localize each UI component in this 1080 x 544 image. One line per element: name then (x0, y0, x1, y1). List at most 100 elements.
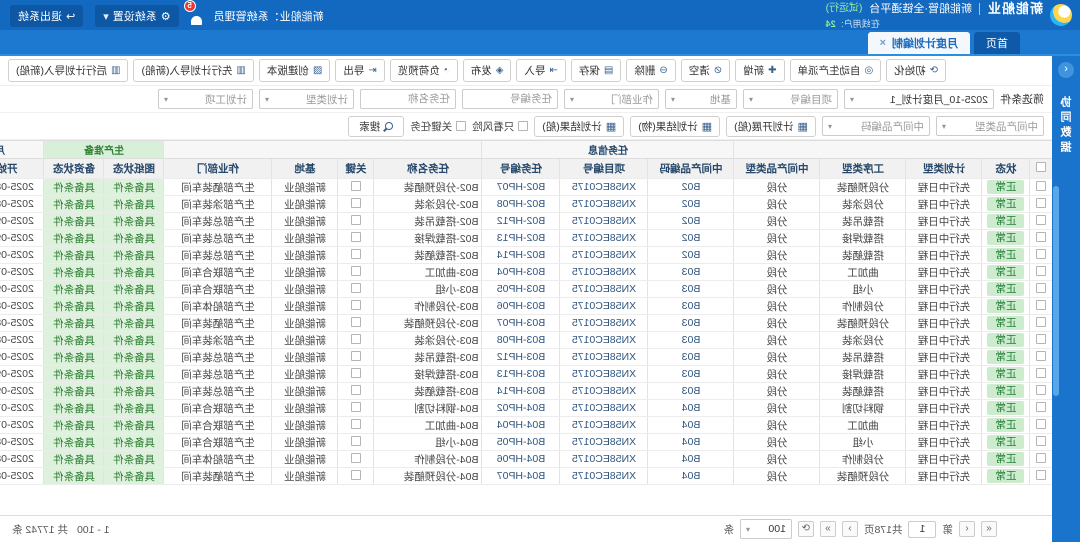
logout-button[interactable]: ↪ 退出系统 (10, 5, 83, 27)
table-row[interactable]: 正常 先行中日程 分段预舾装 分段 B04 XN58EC0175 B04-HP0… (0, 468, 1052, 485)
plan-item-select[interactable]: 计划工项 ▾ (158, 89, 253, 109)
cell-row-checkbox[interactable] (1030, 315, 1052, 332)
column-header[interactable]: 开始 (0, 159, 44, 179)
toolbar-button[interactable]: ▥ 先行计划导入(新船) (133, 59, 253, 82)
cell-key-checkbox[interactable] (338, 298, 374, 315)
tab-monthly-plan[interactable]: 月度计划编制 × (868, 32, 970, 54)
column-header[interactable]: 基地 (272, 159, 338, 179)
dept-select[interactable]: 作业部门 ▾ (564, 89, 659, 109)
cell-row-checkbox[interactable] (1030, 434, 1052, 451)
toolbar-button[interactable]: ◔ 负荷预览 (390, 59, 458, 82)
cell-row-checkbox[interactable] (1030, 468, 1052, 485)
last-page-button[interactable]: » (820, 521, 836, 537)
toolbar-button[interactable]: ⊖ 删除 (626, 59, 675, 82)
column-header[interactable]: 图纸状态 (104, 159, 164, 179)
cell-key-checkbox[interactable] (338, 383, 374, 400)
column-header[interactable]: 中间产品类型 (734, 159, 820, 179)
table-row[interactable]: 正常 先行中日程 小组 分段 B03 XN58EC0175 B03-HP05 B… (0, 281, 1052, 298)
toolbar-button[interactable]: ⇤ 导出 (335, 59, 384, 82)
table-row[interactable]: 正常 先行中日程 搭载焊接 分段 B03 XN58EC0175 B03-HP13… (0, 366, 1052, 383)
cell-key-checkbox[interactable] (338, 247, 374, 264)
plan-type-select[interactable]: 计划类型 ▾ (259, 89, 354, 109)
toolbar-button[interactable]: ▥ 后行计划导入(新船) (8, 59, 128, 82)
cell-row-checkbox[interactable] (1030, 349, 1052, 366)
cell-row-checkbox[interactable] (1030, 179, 1052, 196)
table-row[interactable]: 正常 先行中日程 小组 分段 B04 XN58EC0175 B04-HP05 B… (0, 434, 1052, 451)
cell-key-checkbox[interactable] (338, 349, 374, 366)
plan-expand-ship-button[interactable]: ▦ 计划开展(船) (726, 116, 816, 137)
cell-key-checkbox[interactable] (338, 366, 374, 383)
key-task-checkbox[interactable]: 关键任务 (410, 119, 466, 134)
first-page-button[interactable]: « (981, 521, 997, 537)
side-panel-scrollbar[interactable] (1053, 186, 1059, 396)
table-row[interactable]: 正常 先行中日程 曲加工 分段 B03 XN58EC0175 B03-HP04 … (0, 264, 1052, 281)
prev-page-button[interactable]: ‹ (959, 521, 975, 537)
toolbar-button[interactable]: ⇥ 导入 (517, 59, 566, 82)
settings-button[interactable]: ⚙ 系统设置 ▾ (95, 5, 178, 27)
cell-key-checkbox[interactable] (338, 332, 374, 349)
search-button[interactable]: 搜索 (348, 116, 404, 137)
cell-row-checkbox[interactable] (1030, 196, 1052, 213)
refresh-button[interactable]: ⟳ (798, 521, 814, 537)
column-header[interactable]: 计划类型 (906, 159, 982, 179)
table-row[interactable]: 正常 先行中日程 搭载舾装 分段 B02 XN58EC0175 B02-HP14… (0, 247, 1052, 264)
cell-key-checkbox[interactable] (338, 434, 374, 451)
tab-home[interactable]: 首页 (974, 32, 1020, 54)
cell-row-checkbox[interactable] (1030, 400, 1052, 417)
toolbar-button[interactable]: ▧ 创建版本 (259, 59, 330, 82)
cell-key-checkbox[interactable] (338, 417, 374, 434)
plan-result-material-button[interactable]: ▦ 计划结果(物) (630, 116, 720, 137)
notification-bell-icon[interactable]: 5 (191, 7, 202, 25)
cell-key-checkbox[interactable] (338, 196, 374, 213)
page-size-select[interactable]: 100 ▾ (740, 519, 792, 539)
table-row[interactable]: 正常 先行中日程 搭载吊装 分段 B02 XN58EC0175 B02-HP12… (0, 213, 1052, 230)
panel-collapse-button[interactable]: ‹ (1058, 62, 1074, 78)
toolbar-button[interactable]: ◎ 自动生产派单 (790, 59, 882, 82)
plan-version-select[interactable]: 2025-10_月度计划_1 ▾ (844, 89, 994, 109)
toolbar-button[interactable]: ◈ 发布 (463, 59, 512, 82)
task-name-input[interactable] (360, 89, 456, 109)
cell-row-checkbox[interactable] (1030, 281, 1052, 298)
cell-row-checkbox[interactable] (1030, 264, 1052, 281)
cell-key-checkbox[interactable] (338, 315, 374, 332)
cell-key-checkbox[interactable] (338, 281, 374, 298)
cell-row-checkbox[interactable] (1030, 383, 1052, 400)
risk-only-checkbox[interactable]: 只看风险 (472, 119, 528, 134)
cell-row-checkbox[interactable] (1030, 213, 1052, 230)
table-row[interactable]: 正常 先行中日程 搭载吊装 分段 B03 XN58EC0175 B03-HP12… (0, 349, 1052, 366)
column-header[interactable]: 项目编号 (560, 159, 648, 179)
cell-row-checkbox[interactable] (1030, 366, 1052, 383)
cell-row-checkbox[interactable] (1030, 230, 1052, 247)
mid-product-code-select[interactable]: 中间产品编码 ▾ (822, 116, 930, 136)
cell-row-checkbox[interactable] (1030, 247, 1052, 264)
cell-row-checkbox[interactable] (1030, 417, 1052, 434)
page-number-input[interactable] (909, 521, 937, 538)
plan-result-ship-button[interactable]: ▦ 计划结果(船) (534, 116, 624, 137)
task-no-input[interactable] (462, 89, 558, 109)
table-row[interactable]: 正常 先行中日程 分段涂装 分段 B03 XN58EC0175 B03-HP08… (0, 332, 1052, 349)
column-header[interactable]: 任务编号 (482, 159, 560, 179)
tab-close-icon[interactable]: × (880, 37, 886, 49)
toolbar-button[interactable]: ✚ 新增 (735, 59, 784, 82)
cell-key-checkbox[interactable] (338, 468, 374, 485)
table-row[interactable]: 正常 先行中日程 搭载舾装 分段 B03 XN58EC0175 B03-HP14… (0, 383, 1052, 400)
cell-key-checkbox[interactable] (338, 213, 374, 230)
select-all-checkbox[interactable] (1030, 159, 1052, 179)
column-header[interactable]: 任务名称 (374, 159, 482, 179)
cell-row-checkbox[interactable] (1030, 332, 1052, 349)
cell-row-checkbox[interactable] (1030, 298, 1052, 315)
mid-product-type-select[interactable]: 中间产品类型 ▾ (936, 116, 1044, 136)
cell-key-checkbox[interactable] (338, 179, 374, 196)
table-row[interactable]: 正常 先行中日程 分段制作 分段 B04 XN58EC0175 B04-HP06… (0, 451, 1052, 468)
table-row[interactable]: 正常 先行中日程 钢料切割 分段 B04 XN58EC0175 B04-HP02… (0, 400, 1052, 417)
cell-key-checkbox[interactable] (338, 451, 374, 468)
toolbar-button[interactable]: ⊘ 清空 (681, 59, 730, 82)
column-header[interactable]: 作业部门 (164, 159, 272, 179)
column-header[interactable]: 状态 (982, 159, 1030, 179)
table-row[interactable]: 正常 先行中日程 分段预舾装 分段 B02 XN58EC0175 B02-HP0… (0, 179, 1052, 196)
table-row[interactable]: 正常 先行中日程 搭载焊接 分段 B02 XN58EC0175 B02-HP13… (0, 230, 1052, 247)
column-header[interactable]: 关键 (338, 159, 374, 179)
next-page-button[interactable]: › (842, 521, 858, 537)
table-row[interactable]: 正常 先行中日程 分段涂装 分段 B02 XN58EC0175 B02-HP08… (0, 196, 1052, 213)
base-select[interactable]: 基地 ▾ (665, 89, 737, 109)
